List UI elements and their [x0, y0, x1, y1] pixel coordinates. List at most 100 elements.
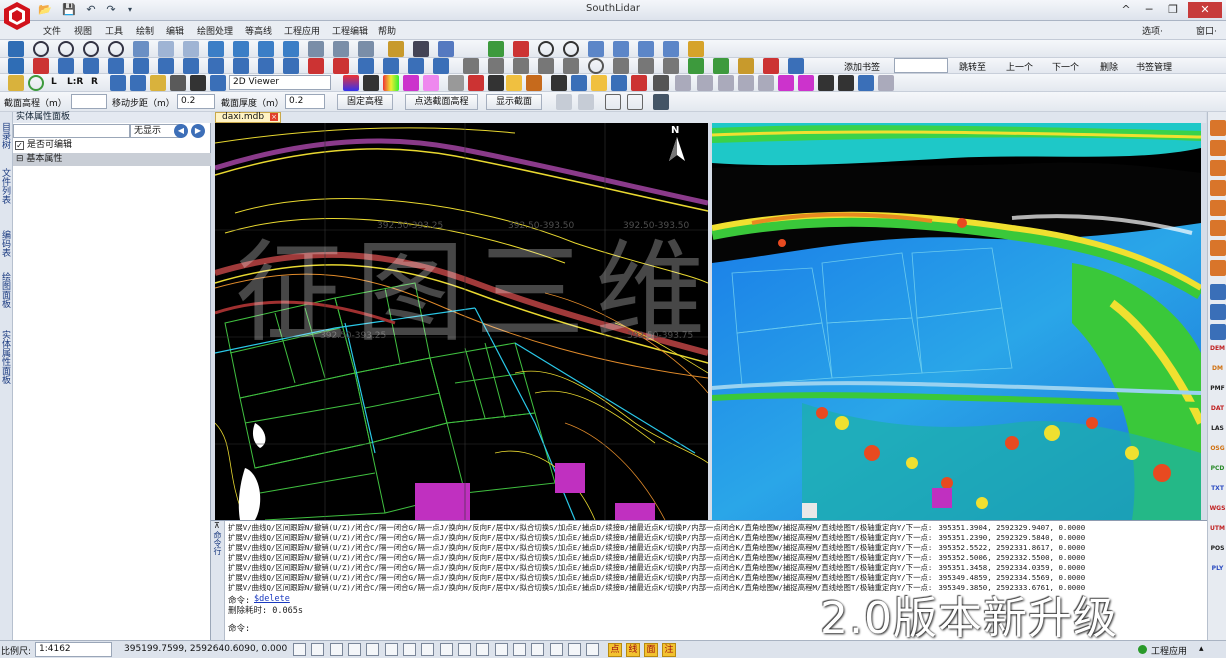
menu-draw[interactable]: 绘制 — [136, 24, 154, 37]
brush-icon[interactable] — [738, 58, 754, 74]
menu-drawing-processing[interactable]: 绘图处理 — [197, 24, 233, 37]
delete-bookmark-button[interactable]: 删除 — [1100, 60, 1118, 73]
point-cloud-viewport[interactable] — [712, 123, 1201, 520]
menu-engineering-app[interactable]: 工程应用 — [284, 24, 320, 37]
pan-up-icon[interactable] — [258, 41, 274, 57]
line-red-icon[interactable] — [513, 41, 529, 57]
rgb-toggle-icon[interactable] — [531, 643, 544, 656]
format-las[interactable]: LAS — [1209, 425, 1226, 432]
rect-select-icon[interactable] — [605, 94, 621, 110]
view-left-icon[interactable] — [1210, 180, 1226, 196]
cursor-icon[interactable] — [130, 75, 146, 91]
globe-icon[interactable] — [170, 75, 186, 91]
terrain-icon[interactable] — [526, 75, 542, 91]
menu-options[interactable]: 选项· — [1142, 24, 1163, 37]
move-step-field[interactable]: 0.2 — [177, 94, 215, 109]
menu-tools[interactable]: 工具 — [105, 24, 123, 37]
snap-mid-icon[interactable] — [108, 58, 124, 74]
offset-icon[interactable] — [638, 41, 654, 57]
scissors-icon[interactable] — [551, 75, 567, 91]
pencil-icon[interactable] — [388, 41, 404, 57]
ortho-toggle-icon[interactable] — [293, 643, 306, 656]
redo-icon[interactable]: ↷ — [104, 3, 118, 17]
zoom-extents-icon[interactable] — [108, 41, 124, 57]
tree-icon[interactable] — [358, 58, 374, 74]
crosshair-disabled-icon[interactable] — [556, 94, 572, 110]
frame-icon[interactable] — [8, 41, 24, 57]
arc-icon[interactable] — [513, 58, 529, 74]
circle-icon[interactable] — [538, 41, 554, 57]
format-txt[interactable]: TXT — [1209, 485, 1226, 492]
pointer-icon[interactable] — [858, 75, 874, 91]
format-pmf[interactable]: PMF — [1209, 385, 1226, 392]
measure-icon[interactable] — [788, 58, 804, 74]
minimize-button[interactable]: ─ — [1138, 2, 1160, 18]
format-dm[interactable]: DM — [1209, 365, 1226, 372]
snap-line-toggle[interactable]: 线 — [626, 643, 640, 657]
zoom-out-icon[interactable] — [58, 41, 74, 57]
format-ply[interactable]: PLY — [1209, 565, 1226, 572]
text-icon[interactable] — [638, 58, 654, 74]
cluster-icon[interactable] — [778, 75, 794, 91]
rail-tab-entity-properties[interactable]: 实体属性面板 — [0, 330, 12, 384]
target-icon[interactable] — [631, 75, 647, 91]
crosshair-icon[interactable] — [110, 75, 126, 91]
snap-perp-icon[interactable] — [83, 58, 99, 74]
model-toggle-icon[interactable] — [440, 643, 453, 656]
menu-help[interactable]: 帮助 — [378, 24, 396, 37]
snap-face-toggle[interactable]: 面 — [644, 643, 658, 657]
break-icon[interactable] — [433, 58, 449, 74]
stack-icon[interactable] — [738, 75, 754, 91]
previous-view-icon[interactable] — [158, 41, 174, 57]
view-top-icon[interactable] — [1210, 140, 1226, 156]
fixed-height-button[interactable]: 固定高程 — [337, 94, 393, 110]
close-tab-icon[interactable]: × — [270, 113, 278, 121]
intensity-icon[interactable] — [423, 75, 439, 91]
point-icon[interactable] — [463, 58, 479, 74]
classify-icon[interactable] — [448, 75, 464, 91]
wave-icon[interactable] — [210, 75, 226, 91]
ruler-icon[interactable] — [688, 41, 704, 57]
settings-gear-icon[interactable] — [653, 94, 669, 110]
view-back-icon[interactable] — [1210, 220, 1226, 236]
view-right-icon[interactable] — [1210, 200, 1226, 216]
menu-file[interactable]: 文件 — [43, 24, 61, 37]
lasso-icon[interactable] — [591, 75, 607, 91]
spline-icon[interactable] — [563, 58, 579, 74]
scale-select[interactable]: 1:4162 — [35, 642, 112, 657]
pin-icon[interactable]: ⊼ — [214, 521, 220, 530]
coordinate-icon[interactable] — [1210, 324, 1226, 340]
open-folder-icon[interactable]: 📂 — [38, 3, 52, 17]
next-view-icon[interactable] — [183, 41, 199, 57]
bookmark-select[interactable] — [894, 58, 948, 73]
section-height-field[interactable] — [71, 94, 107, 109]
pointer-disabled-icon[interactable] — [578, 94, 594, 110]
cube-icon[interactable] — [150, 75, 166, 91]
basic-properties-group[interactable]: ⊟ 基本属性 — [13, 153, 211, 166]
view-bottom-icon[interactable] — [1210, 260, 1226, 276]
properties-icon[interactable] — [333, 41, 349, 57]
snap-point-toggle[interactable]: 点 — [608, 643, 622, 657]
menu-window[interactable]: 窗口· — [1196, 24, 1217, 37]
select-icon[interactable] — [8, 58, 24, 74]
format-osg[interactable]: OSG — [1209, 445, 1226, 452]
palette-icon[interactable] — [403, 75, 419, 91]
sphere-icon[interactable] — [571, 75, 587, 91]
add-bookmark-button[interactable]: 添加书签 — [844, 60, 880, 73]
ctrl-toggle-icon[interactable] — [550, 643, 563, 656]
back-arrow-icon[interactable]: ◀ — [174, 124, 188, 138]
stereo-lr-button[interactable]: L:R — [67, 77, 83, 87]
document-tab[interactable]: daxi.mdb × — [215, 112, 281, 123]
grid-icon[interactable] — [818, 75, 834, 91]
rgb-icon[interactable] — [383, 75, 399, 91]
dyn-toggle-icon[interactable] — [403, 643, 416, 656]
trash-icon[interactable] — [697, 75, 713, 91]
status-menu-caret-icon[interactable]: ▴ — [1199, 644, 1204, 654]
view-front-icon[interactable] — [1210, 160, 1226, 176]
left-view-button[interactable]: L — [51, 77, 57, 87]
trim-icon[interactable] — [588, 41, 604, 57]
erase-icon[interactable] — [763, 58, 779, 74]
ellipse-icon[interactable] — [588, 58, 604, 74]
folder-icon[interactable] — [8, 75, 24, 91]
color-ramp-icon[interactable] — [343, 75, 359, 91]
